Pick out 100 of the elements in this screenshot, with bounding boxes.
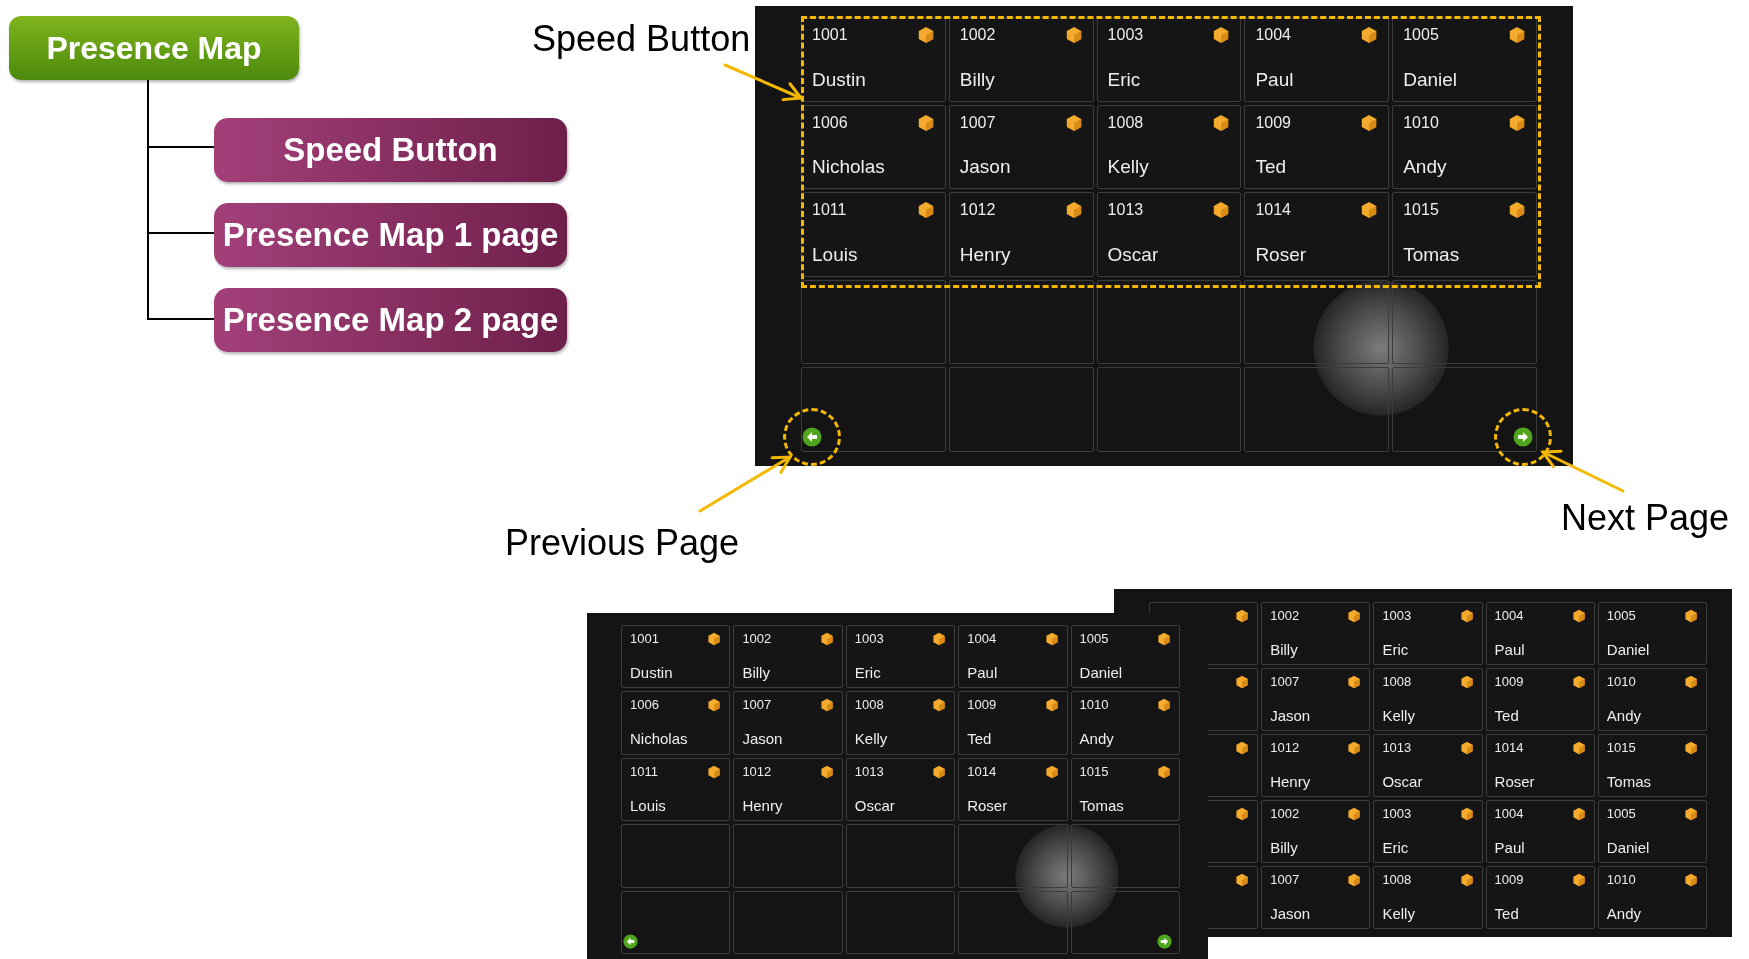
speed-dial-button[interactable]: 1004 Paul [1485, 800, 1595, 863]
speed-dial-button[interactable]: 1005 Daniel [1392, 17, 1537, 102]
hexagon-icon [819, 764, 834, 779]
speed-dial-button[interactable]: 1002 Billy [948, 17, 1094, 102]
extension-number: 1008 [854, 698, 884, 713]
empty-slot[interactable] [801, 367, 946, 452]
speed-dial-button[interactable]: 1008 Kelly [1373, 668, 1483, 731]
speed-dial-button[interactable]: 1009 Ted [1485, 668, 1595, 731]
contact-name: Billy [1270, 641, 1299, 658]
extension-number: 1006 [630, 698, 659, 713]
hexagon-icon [1235, 807, 1250, 821]
empty-slot[interactable] [1392, 367, 1537, 452]
speed-dial-button[interactable]: 1006 Nicholas [801, 104, 946, 190]
hexagon-icon [1508, 113, 1526, 132]
speed-dial-button[interactable]: 1014 Roser [1485, 734, 1595, 797]
speed-dial-button[interactable]: 1006 Nicholas [621, 691, 731, 755]
extension-number: 1006 [812, 113, 848, 132]
callout-label: Speed Button [532, 18, 751, 60]
speed-dial-button[interactable]: 1002 Billy [1261, 800, 1371, 863]
speed-dial-button[interactable]: 1015 Tomas [1070, 757, 1180, 822]
speed-dial-button[interactable]: 1007 Jason [1261, 668, 1371, 731]
speed-dial-button[interactable]: 1003 Eric [1373, 800, 1483, 863]
extension-number: 1010 [1079, 698, 1109, 713]
speed-dial-button[interactable]: 1007 Jason [948, 104, 1094, 190]
speed-dial-button[interactable]: 1008 Kelly [1373, 866, 1483, 929]
hexagon-icon [1684, 675, 1698, 689]
contact-name: Kelly [854, 731, 889, 748]
contact-name: Dustin [630, 664, 674, 682]
contact-name: Eric [1382, 839, 1410, 856]
extension-number: 1007 [742, 698, 772, 713]
empty-slot[interactable] [621, 890, 731, 954]
empty-slot[interactable] [1244, 279, 1390, 365]
speed-dial-button[interactable]: 1005 Daniel [1070, 625, 1180, 689]
extension-number: 1001 [812, 26, 848, 44]
contact-name: Kelly [1107, 157, 1150, 179]
speed-dial-button[interactable]: 1015 Tomas [1597, 734, 1707, 797]
callout-label: Next Page [1561, 497, 1730, 539]
extension-number: 1012 [1270, 741, 1300, 756]
extension-number: 1012 [742, 764, 772, 780]
speed-dial-button[interactable]: 1008 Kelly [845, 691, 956, 755]
empty-slot[interactable] [801, 279, 946, 365]
speed-dial-button[interactable]: 1009 Ted [1244, 104, 1390, 190]
speed-dial-button[interactable]: 1007 Jason [733, 691, 843, 755]
extension-number: 1008 [1382, 873, 1412, 888]
hexagon-icon [1360, 113, 1379, 132]
extension-number: 1007 [1270, 675, 1300, 690]
empty-slot[interactable] [1070, 890, 1180, 954]
contact-name: Oscar [1107, 244, 1160, 266]
hexagon-icon [1459, 609, 1474, 623]
hexagon-icon [1064, 26, 1083, 44]
speed-dial-button[interactable]: 1002 Billy [733, 625, 843, 689]
contact-name: Roser [1494, 773, 1536, 790]
contact-name: Henry [1270, 773, 1312, 790]
speed-dial-button[interactable]: 1009 Ted [1485, 866, 1595, 929]
speed-dial-button[interactable]: 1013 Oscar [1096, 192, 1242, 277]
extension-number: 1003 [1107, 26, 1144, 44]
speed-dial-button[interactable]: 1015 Tomas [1392, 192, 1537, 277]
speed-dial-button[interactable]: 1005 Daniel [1597, 800, 1707, 863]
speed-dial-button[interactable]: 1014 Roser [958, 757, 1068, 822]
speed-dial-button[interactable]: 1001 Dustin [621, 625, 731, 689]
speed-dial-button[interactable]: 1005 Daniel [1597, 602, 1707, 665]
speed-dial-button[interactable]: 1013 Oscar [845, 757, 956, 822]
speed-dial-button[interactable]: 1012 Henry [948, 192, 1094, 277]
speed-dial-button[interactable]: 1010 Andy [1597, 866, 1707, 929]
speed-dial-button[interactable]: 1010 Andy [1597, 668, 1707, 731]
contact-name: Billy [1270, 839, 1299, 856]
speed-dial-button[interactable]: 1011 Louis [621, 757, 731, 822]
speed-dial-button[interactable]: 1002 Billy [1261, 602, 1371, 665]
hexagon-icon [1459, 675, 1474, 689]
speed-dial-button[interactable]: 1011 Louis [801, 192, 946, 277]
hexagon-icon [1157, 698, 1171, 713]
speed-dial-button[interactable]: 1014 Roser [1244, 192, 1390, 277]
speed-dial-button[interactable]: 1010 Andy [1070, 691, 1180, 755]
speed-dial-button[interactable]: 1012 Henry [1261, 734, 1371, 797]
speed-dial-button[interactable]: 1003 Eric [845, 625, 956, 689]
hexagon-icon [1347, 873, 1362, 887]
speed-dial-button[interactable]: 1008 Kelly [1096, 104, 1242, 190]
speed-dial-button[interactable]: 1004 Paul [1485, 602, 1595, 665]
speed-dial-button[interactable]: 1003 Eric [1096, 17, 1242, 102]
speed-dial-button[interactable]: 1010 Andy [1392, 104, 1537, 190]
speed-dial-button[interactable]: 1004 Paul [1244, 17, 1390, 102]
extension-number: 1013 [1107, 201, 1144, 219]
empty-slot[interactable] [948, 279, 1094, 365]
speed-dial-button[interactable]: 1013 Oscar [1373, 734, 1483, 797]
empty-slot[interactable] [1096, 279, 1242, 365]
child-node: Presence Map 1 page [214, 203, 567, 267]
contact-name: Kelly [1382, 707, 1416, 724]
hexagon-icon [916, 26, 935, 44]
speed-dial-button[interactable]: 1004 Paul [958, 625, 1068, 689]
hexagon-icon [1064, 201, 1083, 220]
speed-dial-button[interactable]: 1012 Henry [733, 757, 843, 822]
extension-number: 1008 [1382, 675, 1412, 690]
empty-slot[interactable] [1392, 279, 1537, 365]
speed-dial-button[interactable]: 1007 Jason [1261, 866, 1371, 929]
extension-number: 1002 [1270, 609, 1300, 624]
hexagon-icon [932, 764, 947, 779]
hexagon-icon [1347, 741, 1362, 755]
speed-dial-button[interactable]: 1001 Dustin [801, 17, 946, 102]
speed-dial-button[interactable]: 1009 Ted [958, 691, 1068, 755]
speed-dial-button[interactable]: 1003 Eric [1373, 602, 1483, 665]
